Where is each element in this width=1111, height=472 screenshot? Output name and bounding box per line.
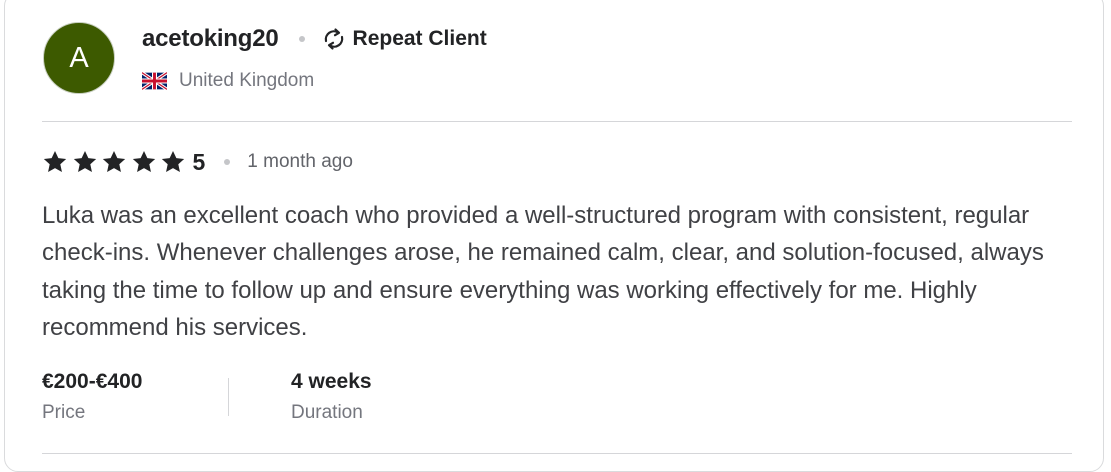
reviewer-country: United Kingdom <box>142 68 314 94</box>
star-icon <box>132 150 155 172</box>
star-rating <box>42 149 190 175</box>
price-info: €200-€400 Price <box>42 368 142 428</box>
star-icon <box>161 150 185 172</box>
rating-row: 5 1 month ago <box>42 147 353 177</box>
divider <box>42 121 1072 122</box>
reviewer-header: acetoking20 Repeat Client <box>142 22 487 56</box>
repeat-icon <box>324 28 343 50</box>
vertical-divider <box>228 378 229 416</box>
duration-value: 4 weeks <box>291 370 372 393</box>
uk-flag-icon <box>142 72 167 90</box>
separator-dot <box>298 36 305 42</box>
star-icon <box>73 150 96 172</box>
star-icon <box>102 150 126 172</box>
divider <box>42 453 1072 454</box>
star-icon <box>43 150 67 172</box>
duration-label: Duration <box>291 402 363 423</box>
price-label: Price <box>42 402 86 423</box>
separator-dot <box>224 159 231 165</box>
rating-value: 5 <box>192 148 206 175</box>
country-name: United Kingdom <box>179 70 315 91</box>
repeat-client-badge: Repeat Client <box>352 27 487 50</box>
review-text: Luka was an excellent coach who provided… <box>42 202 1044 341</box>
avatar[interactable]: A <box>43 22 115 94</box>
review-time: 1 month ago <box>247 151 353 172</box>
duration-info: 4 weeks Duration <box>291 368 372 428</box>
avatar-initial: A <box>69 41 89 74</box>
price-value: €200-€400 <box>42 370 143 393</box>
reviewer-username[interactable]: acetoking20 <box>142 25 279 53</box>
